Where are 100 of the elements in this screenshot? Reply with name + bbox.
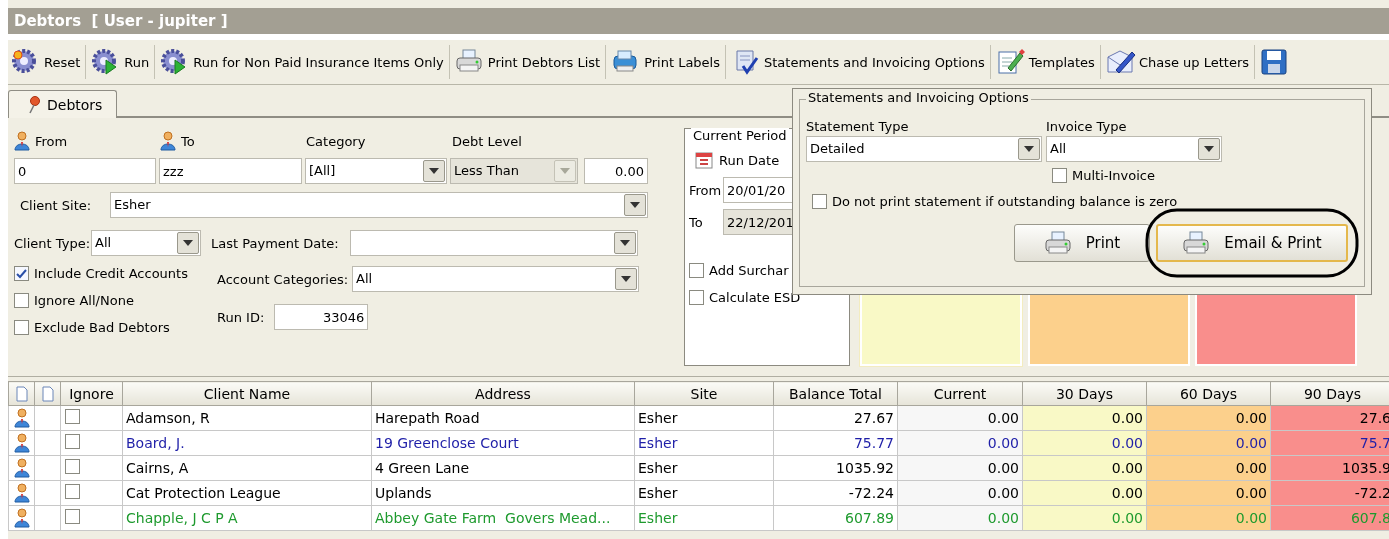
pushpin-icon — [27, 95, 41, 114]
person-icon — [14, 131, 30, 151]
person-icon — [13, 458, 30, 478]
table-cell: 4 Green Lane — [375, 460, 470, 476]
table-cell: 75.7 — [1359, 435, 1389, 451]
checkbox[interactable] — [65, 409, 80, 424]
field-label: To — [181, 133, 195, 149]
printer-icon — [1043, 230, 1074, 256]
column-header[interactable]: Site — [634, 381, 774, 406]
table-cell: 0.00 — [987, 460, 1019, 476]
checkbox[interactable] — [689, 263, 704, 278]
input-field[interactable]: zzz — [159, 158, 302, 184]
checkbox-label: Add Surchar — [709, 263, 789, 278]
person-icon — [160, 131, 176, 151]
table-cell: Board, J. — [126, 435, 185, 451]
field-label: Debt Level — [452, 133, 522, 149]
checkbox[interactable] — [65, 484, 80, 499]
table-cell: 0.00 — [1235, 435, 1267, 451]
print-button[interactable]: Email & Print — [1156, 224, 1348, 262]
table-cell: Chapple, J C P A — [126, 510, 238, 526]
checkbox[interactable] — [65, 509, 80, 524]
table-cell: 0.00 — [1235, 460, 1267, 476]
person-icon — [13, 408, 30, 428]
checkbox-label: Multi-Invoice — [1072, 167, 1155, 183]
toolbar-button[interactable]: Reset — [8, 42, 84, 82]
field-label: Last Payment Date: — [211, 235, 340, 251]
person-icon — [13, 483, 30, 503]
column-header[interactable]: Client Name — [122, 381, 372, 406]
document-icon — [41, 385, 54, 402]
table-cell: Esher — [638, 460, 678, 476]
person-icon — [13, 508, 30, 528]
group-title: Current Period — [691, 128, 789, 143]
person-icon — [13, 433, 30, 453]
toolbar-button[interactable]: Print Labels — [608, 42, 723, 82]
checkbox[interactable] — [1052, 167, 1067, 183]
tab[interactable]: Debtors — [8, 90, 118, 118]
input-field[interactable]: 33046 — [274, 304, 369, 330]
table-cell: Uplands — [375, 485, 432, 501]
checkbox[interactable] — [14, 266, 29, 281]
checkbox-label: Do not print statement if outstanding balance is zero — [832, 193, 1178, 209]
envelope-pen-icon — [1105, 48, 1136, 76]
checkbox-label: Ignore All/None — [34, 293, 134, 308]
table-cell: 0.00 — [1235, 410, 1267, 426]
column-header[interactable]: 30 Days — [1022, 381, 1147, 406]
notepad-pencil-icon — [995, 48, 1026, 76]
table-cell: Cat Protection League — [126, 485, 281, 501]
table-cell: 0.00 — [1235, 510, 1267, 526]
table-cell: 0.00 — [987, 410, 1019, 426]
column-header[interactable]: 60 Days — [1146, 381, 1271, 406]
toolbar-button[interactable]: Run for Non Paid Insurance Items Only — [157, 42, 447, 82]
document-icon — [15, 385, 28, 402]
column-header[interactable] — [8, 381, 35, 406]
table-cell: 27.67 — [853, 410, 894, 426]
field-label: Account Categories: — [217, 271, 349, 287]
checkbox[interactable] — [689, 290, 704, 305]
calendar-icon — [695, 151, 713, 169]
checkbox[interactable] — [14, 320, 29, 335]
toolbar-button[interactable]: Print Debtors List — [451, 42, 604, 82]
toolbar-button[interactable]: Run — [88, 42, 153, 82]
field-label: From — [689, 182, 723, 198]
input-field[interactable]: 0 — [14, 158, 156, 184]
table-cell: 0.00 — [1111, 460, 1143, 476]
check-icon — [16, 268, 27, 279]
table-cell: 0.00 — [987, 435, 1019, 451]
table-cell: Harepath Road — [375, 410, 480, 426]
column-header[interactable]: 90 Days — [1270, 381, 1389, 406]
toolbar-button[interactable]: Templates — [992, 42, 1098, 82]
field-label: Client Site: — [19, 197, 93, 213]
field-label: Invoice Type — [1046, 118, 1127, 134]
field-label: Run ID: — [217, 309, 265, 325]
table-cell: Adamson, R — [126, 410, 210, 426]
checkbox[interactable] — [812, 193, 827, 209]
table-cell: Esher — [638, 410, 678, 426]
checkbox[interactable] — [14, 293, 29, 308]
toolbar-button[interactable]: Statements and Invoicing Options — [728, 42, 988, 82]
group-title: Statements and Invoicing Options — [806, 90, 1031, 105]
table-cell: 1035.92 — [836, 460, 894, 476]
table-cell: -72.2 — [1354, 485, 1389, 501]
table-cell: 75.77 — [853, 435, 894, 451]
field-label: Category — [306, 133, 366, 149]
table-cell: 0.00 — [1111, 510, 1143, 526]
table-cell: 0.00 — [1111, 435, 1143, 451]
column-header[interactable]: Ignore — [60, 381, 123, 406]
table-cell: Esher — [638, 435, 678, 451]
table-cell: 0.00 — [1111, 485, 1143, 501]
print-button[interactable]: Print — [1014, 224, 1150, 262]
column-header[interactable]: Balance Total — [773, 381, 898, 406]
table-cell: Esher — [638, 510, 678, 526]
field-label: Statement Type — [806, 118, 910, 134]
field-label: From — [35, 133, 68, 149]
column-header[interactable]: Address — [371, 381, 635, 406]
table-cell: 607.89 — [845, 510, 894, 526]
checkbox-label: Exclude Bad Debtors — [34, 320, 170, 335]
table-cell: Abbey Gate Farm Govers Mead... — [375, 510, 611, 526]
checkbox[interactable] — [65, 459, 80, 474]
checkbox[interactable] — [65, 434, 80, 449]
toolbar-button[interactable]: Chase up Letters — [1102, 42, 1253, 82]
column-header[interactable]: Current — [897, 381, 1023, 406]
column-header[interactable] — [34, 381, 61, 406]
table-cell: 0.00 — [1111, 410, 1143, 426]
